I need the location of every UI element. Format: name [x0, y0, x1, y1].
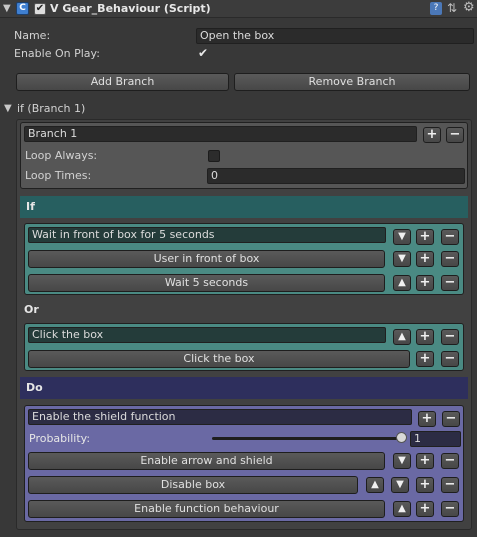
do-group-add-button[interactable]: + — [418, 411, 436, 427]
help-icon[interactable]: ? — [430, 2, 442, 15]
do-action-item[interactable]: Disable box — [28, 476, 358, 494]
or-condition-item[interactable]: Click the box — [28, 350, 410, 368]
or-group-move-up-button[interactable]: ▲ — [393, 329, 411, 345]
or-group-remove-button[interactable]: − — [441, 329, 459, 345]
script-icon: C — [16, 2, 29, 15]
or-section-label: Or — [24, 303, 39, 316]
branch-foldout-label[interactable]: if (Branch 1) — [17, 102, 85, 116]
if-item1-add-button[interactable]: + — [416, 251, 434, 267]
settings-gear-icon[interactable]: ⚙ — [463, 0, 475, 15]
do-section-header: Do — [20, 377, 468, 399]
if-condition-item[interactable]: User in front of box — [28, 250, 385, 268]
remove-branch-button[interactable]: Remove Branch — [234, 73, 470, 91]
add-branch-button[interactable]: Add Branch — [16, 73, 229, 91]
if-section-header: If — [20, 196, 468, 218]
do-item1-move-down-button[interactable]: ▼ — [393, 453, 411, 469]
do-item2-move-up-button[interactable]: ▲ — [366, 477, 384, 493]
if-group-title-field[interactable]: Wait in front of box for 5 seconds — [28, 227, 386, 243]
do-item3-move-up-button[interactable]: ▲ — [393, 501, 411, 517]
branch-foldout-arrow-icon[interactable]: ▼ — [4, 102, 12, 116]
name-label: Name: — [14, 29, 51, 42]
if-group-add-button[interactable]: + — [416, 229, 434, 245]
loop-times-label: Loop Times: — [25, 169, 92, 182]
do-item3-remove-button[interactable]: − — [441, 501, 459, 517]
foldout-arrow-icon[interactable]: ▼ — [3, 2, 11, 16]
or-item-add-button[interactable]: + — [416, 351, 434, 367]
loop-always-checkbox[interactable] — [208, 150, 220, 162]
enable-on-play-checkbox[interactable]: ✔ — [198, 46, 208, 60]
branch-name-field[interactable]: Branch 1 — [24, 126, 417, 142]
name-field[interactable]: Open the box — [196, 28, 474, 44]
if-item2-add-button[interactable]: + — [416, 275, 434, 291]
enable-on-play-label: Enable On Play: — [14, 47, 100, 60]
do-item2-move-down-button[interactable]: ▼ — [391, 477, 409, 493]
if-item2-remove-button[interactable]: − — [441, 275, 459, 291]
loop-times-field[interactable]: 0 — [207, 168, 465, 184]
if-item1-remove-button[interactable]: − — [441, 251, 459, 267]
do-item2-remove-button[interactable]: − — [441, 477, 459, 493]
do-item2-add-button[interactable]: + — [416, 477, 434, 493]
branch-add-button[interactable]: + — [423, 127, 441, 143]
probability-label: Probability: — [29, 432, 91, 445]
do-item1-remove-button[interactable]: − — [441, 453, 459, 469]
or-item-remove-button[interactable]: − — [441, 351, 459, 367]
loop-always-label: Loop Always: — [25, 149, 98, 162]
probability-slider-thumb[interactable] — [396, 432, 407, 443]
do-group-title-field[interactable]: Enable the shield function — [28, 409, 412, 425]
or-group-add-button[interactable]: + — [416, 329, 434, 345]
component-enabled-checkbox[interactable]: ✔ — [34, 3, 46, 15]
do-item1-add-button[interactable]: + — [416, 453, 434, 469]
branch-remove-button[interactable]: − — [446, 127, 464, 143]
do-item3-add-button[interactable]: + — [416, 501, 434, 517]
or-group-title-field[interactable]: Click the box — [28, 327, 386, 343]
if-item2-move-up-button[interactable]: ▲ — [393, 275, 411, 291]
probability-field[interactable]: 1 — [410, 431, 461, 447]
component-title: V Gear_Behaviour (Script) — [50, 2, 211, 15]
probability-slider-track[interactable] — [212, 437, 404, 440]
do-action-item[interactable]: Enable function behaviour — [28, 500, 385, 518]
if-condition-item[interactable]: Wait 5 seconds — [28, 274, 385, 292]
preset-icon[interactable]: ⇅ — [447, 1, 457, 15]
if-group-remove-button[interactable]: − — [441, 229, 459, 245]
do-action-item[interactable]: Enable arrow and shield — [28, 452, 385, 470]
if-item1-move-down-button[interactable]: ▼ — [393, 251, 411, 267]
if-group-move-down-button[interactable]: ▼ — [393, 229, 411, 245]
do-group-remove-button[interactable]: − — [442, 411, 460, 427]
